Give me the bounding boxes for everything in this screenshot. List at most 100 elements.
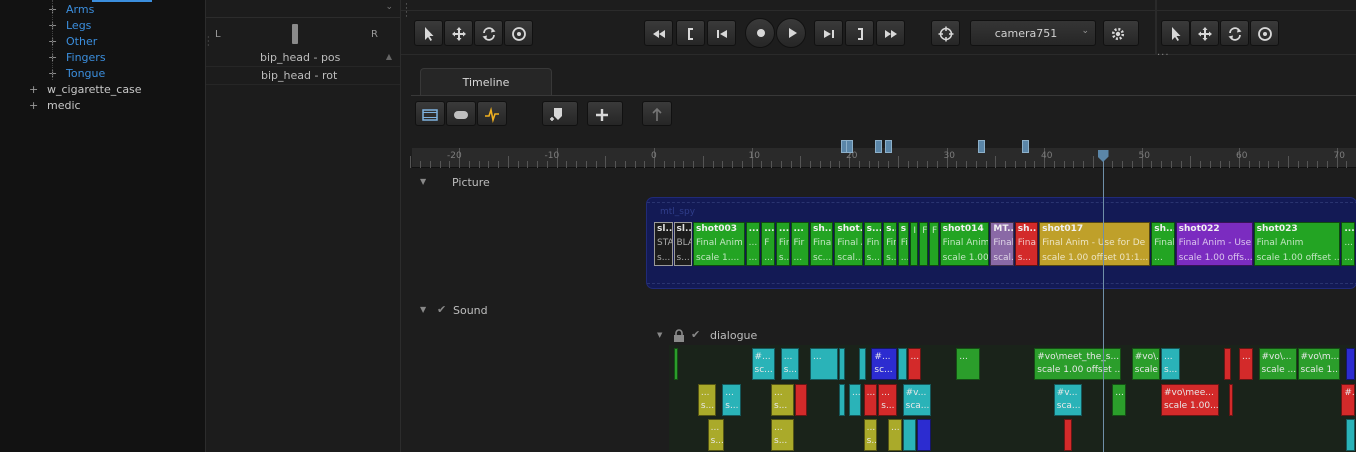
sound-clip[interactable]: #vo\m... scale 1....: [1297, 348, 1341, 380]
scroll-up-icon[interactable]: ▲: [386, 52, 392, 61]
clip-scale: s...: [774, 401, 788, 411]
expand-icon[interactable]: +: [29, 84, 38, 95]
sound-clip[interactable]: [795, 384, 808, 416]
hierarchy-tree-panel: + Arms + Legs + Other + Fingers + Tongue + w_cigare…: [0, 0, 205, 452]
clip-scale: s...: [783, 365, 798, 375]
tree-item-label: Other: [66, 35, 98, 48]
sound-clip[interactable]: [839, 348, 846, 380]
balance-slider-handle[interactable]: [292, 24, 298, 44]
sound-clip[interactable]: ... s...: [771, 384, 795, 416]
clip-name: ...: [959, 352, 968, 362]
clip-name: #vo\mee...: [1164, 388, 1214, 398]
clip-name: ...: [881, 388, 890, 398]
sound-clip[interactable]: #v... sca...: [902, 384, 931, 416]
sound-clip[interactable]: ...: [849, 384, 861, 416]
sound-clip[interactable]: ...: [1239, 348, 1253, 380]
sound-clip[interactable]: #... sc...: [871, 348, 897, 380]
clip-scale: s...: [1164, 365, 1178, 375]
sound-clip[interactable]: [1346, 348, 1355, 380]
clip-scale: scale ...: [1134, 365, 1159, 375]
sound-clip[interactable]: ...: [810, 348, 839, 380]
clip-scale: s...: [725, 401, 739, 411]
sound-clip[interactable]: #v... sca...: [1053, 384, 1082, 416]
sound-clip[interactable]: #... sc...: [751, 348, 775, 380]
tree-guide-line: [52, 0, 53, 80]
sound-clip-lane: #... sc...... s...... #... sc......... #vo\me…: [401, 0, 1356, 452]
sound-clip[interactable]: #vo\mee... scale 1.00...: [1161, 384, 1219, 416]
clip-name: #v...: [905, 388, 927, 398]
app-window: + Arms + Legs + Other + Fingers + Tongue + w_cigare…: [0, 0, 1356, 452]
sound-clip[interactable]: ... s...: [780, 348, 800, 380]
sound-clip[interactable]: ... s...: [863, 419, 878, 451]
sound-clip[interactable]: [839, 384, 846, 416]
clip-name: ...: [1164, 352, 1173, 362]
sound-clip[interactable]: [1063, 419, 1073, 451]
track-row[interactable]: bip_head - rot: [206, 67, 400, 85]
sound-clip[interactable]: [858, 348, 866, 380]
clip-scale: sc...: [874, 365, 893, 375]
clip-scale: s...: [881, 401, 895, 411]
clip-scale: sca...: [905, 401, 930, 411]
clip-name: #v...: [1056, 388, 1078, 398]
sound-clip[interactable]: ...: [888, 419, 902, 451]
sound-clip[interactable]: ... s...: [878, 384, 897, 416]
clip-scale: scale ...: [1261, 365, 1297, 375]
clip-scale: s...: [774, 436, 788, 446]
clip-name: ...: [783, 352, 793, 362]
sound-clip[interactable]: ...: [907, 348, 922, 380]
track-mixer-panel: ⌄ L R · · · bip_head - pos ▲ bip_head - ro…: [205, 0, 401, 452]
sound-clip[interactable]: ...: [1112, 384, 1126, 416]
clip-name: #...: [874, 352, 891, 362]
sound-clip[interactable]: ...: [956, 348, 980, 380]
clip-scale: sca...: [1056, 401, 1081, 411]
sound-clip[interactable]: #vo\meet_the_s... scale 1.00 offset ...: [1034, 348, 1121, 380]
clip-scale: s...: [700, 401, 715, 411]
clip-scale: s...: [866, 436, 878, 446]
sound-clip[interactable]: #vo\... scale ...: [1258, 348, 1297, 380]
sound-clip[interactable]: ...: [863, 384, 878, 416]
selection-highlight: [92, 0, 152, 2]
sound-clip[interactable]: [1229, 384, 1234, 416]
sound-clip[interactable]: [1346, 419, 1355, 451]
clip-name: ...: [1242, 352, 1251, 362]
clip-scale: scale 1....: [1300, 365, 1341, 375]
clip-name: #vo\...: [1134, 352, 1160, 362]
sound-clip[interactable]: [897, 348, 907, 380]
tree-item-label: medic: [47, 99, 81, 112]
playhead-line[interactable]: [1097, 150, 1109, 452]
sound-clip[interactable]: ... s...: [771, 419, 795, 451]
sound-clip[interactable]: ... s...: [707, 419, 725, 451]
clip-name: ...: [813, 352, 822, 362]
sound-clip[interactable]: ... s...: [722, 384, 741, 416]
sound-clip[interactable]: #vo\... scale ...: [1131, 348, 1160, 380]
clip-name: ...: [1115, 388, 1124, 398]
balance-right-label: R: [371, 29, 378, 40]
sound-clip[interactable]: ... s...: [697, 384, 717, 416]
chevron-down-icon[interactable]: ⌄: [385, 2, 393, 12]
expand-icon[interactable]: +: [29, 100, 38, 111]
tree-item-label: w_cigarette_case: [47, 83, 142, 96]
sound-clip[interactable]: [1224, 348, 1232, 380]
clip-scale: scale 1.00...: [1164, 401, 1219, 411]
track-row[interactable]: bip_head - pos ▲: [206, 49, 400, 67]
clip-name: #vo\...: [1261, 352, 1292, 362]
clip-name: ...: [866, 423, 876, 433]
timeline-panel: · · · · camera751 ⌄ ··· Timeline -20 -10…: [400, 0, 1356, 452]
clip-name: ...: [774, 388, 783, 398]
clip-name: #...: [1344, 388, 1355, 398]
sound-clip[interactable]: #...: [1341, 384, 1355, 416]
clip-name: ...: [866, 388, 876, 398]
tree-item-label: Fingers: [66, 51, 106, 64]
sound-clip[interactable]: [917, 419, 931, 451]
clip-name: ...: [852, 388, 861, 398]
sound-clip[interactable]: ... s...: [1161, 348, 1180, 380]
clip-scale: s...: [710, 436, 724, 446]
balance-left-label: L: [215, 29, 221, 40]
sound-clip[interactable]: [902, 419, 917, 451]
clip-name: #vo\meet_the_s...: [1037, 352, 1120, 362]
sound-clip[interactable]: [673, 348, 678, 380]
tree-item-label: Legs: [66, 19, 92, 32]
clip-name: ...: [725, 388, 734, 398]
tree-item-label: Tongue: [66, 67, 106, 80]
track-name: bip_head - rot: [261, 69, 338, 82]
